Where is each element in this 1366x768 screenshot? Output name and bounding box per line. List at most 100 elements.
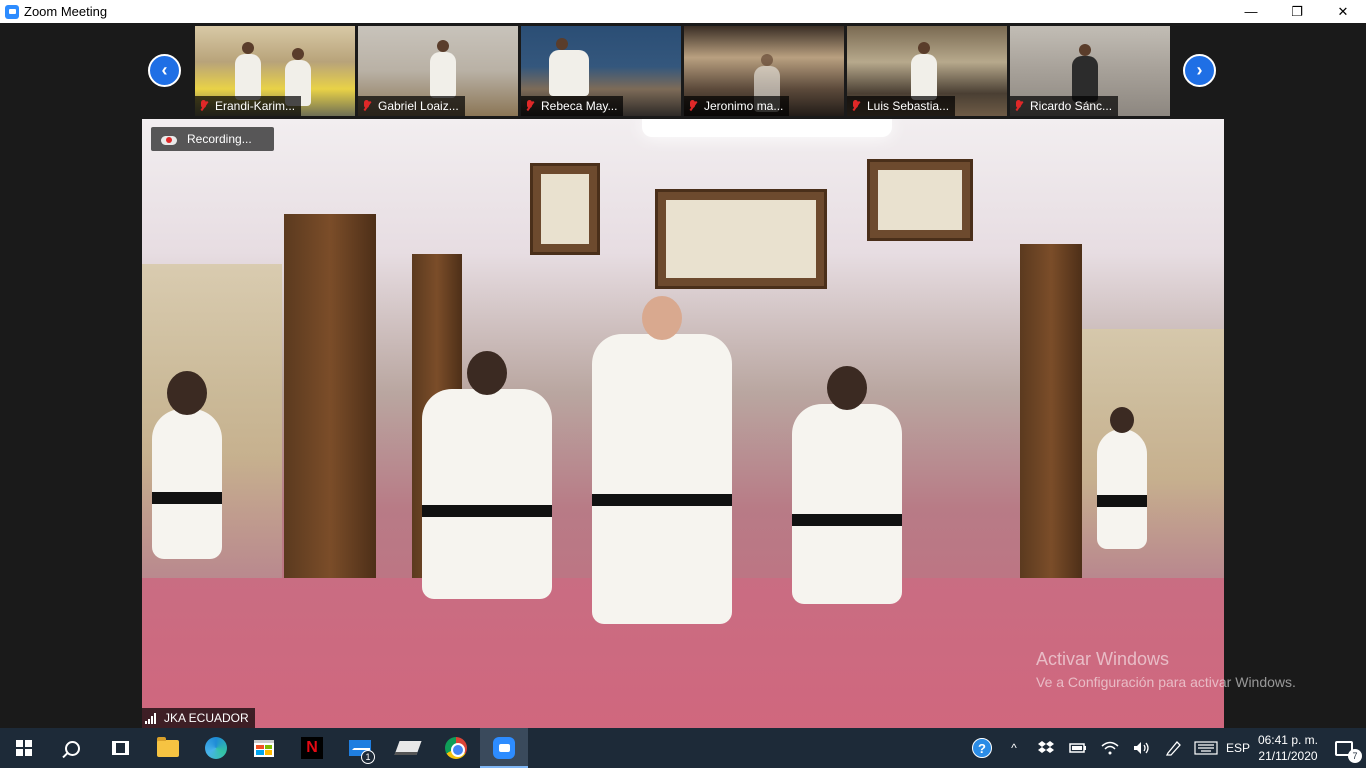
netflix-button[interactable]: N [288, 728, 336, 768]
search-icon [64, 740, 80, 756]
muted-mic-icon [1014, 100, 1024, 112]
participant-label: Gabriel Loaiz... [358, 96, 465, 116]
recording-label: Recording... [187, 132, 252, 146]
file-explorer-icon [157, 736, 179, 757]
chevron-up-icon: ^ [1011, 741, 1017, 755]
keyboard-icon [1194, 741, 1218, 755]
input-language-button[interactable]: ESP [1222, 728, 1254, 768]
participant-video [549, 38, 589, 96]
video-scene [642, 119, 892, 137]
book-icon [394, 741, 422, 755]
participant-tile[interactable]: Jeronimo ma... [684, 26, 844, 116]
recording-indicator[interactable]: Recording... [151, 127, 274, 151]
participant-name: Rebeca May... [541, 99, 618, 113]
speaker-name: JKA ECUADOR [164, 711, 249, 725]
store-icon [254, 739, 274, 757]
battery-button[interactable] [1062, 728, 1094, 768]
muted-mic-icon [851, 100, 861, 112]
next-page-button[interactable]: › [1183, 54, 1216, 87]
start-button[interactable] [0, 728, 48, 768]
dropbox-button[interactable] [1030, 728, 1062, 768]
pen-button[interactable] [1158, 728, 1190, 768]
video-scene [867, 159, 973, 241]
keyboard-button[interactable] [1190, 728, 1222, 768]
watermark-subtitle: Ve a Configuración para activar Windows. [1036, 674, 1296, 690]
window-controls: — ❐ ✕ [1228, 0, 1366, 23]
participant-label: Jeronimo ma... [684, 96, 790, 116]
close-button[interactable]: ✕ [1320, 0, 1366, 23]
video-scene [592, 296, 732, 624]
participant-video [235, 42, 261, 100]
participant-name: Luis Sebastia... [867, 99, 950, 113]
participant-name: Ricardo Sánc... [1030, 99, 1113, 113]
cloud-recording-icon [161, 134, 177, 145]
dropbox-icon [1037, 741, 1054, 753]
pen-icon [1165, 741, 1181, 756]
language-label: ESP [1225, 741, 1250, 755]
participant-label: Ricardo Sánc... [1010, 96, 1119, 116]
participant-label: Luis Sebastia... [847, 96, 956, 116]
notification-count: 7 [1348, 749, 1362, 763]
zoom-button[interactable] [480, 728, 528, 768]
netflix-icon: N [301, 737, 323, 759]
muted-mic-icon [525, 100, 535, 112]
muted-mic-icon [688, 100, 698, 112]
zoom-app-icon [5, 4, 19, 19]
reader-button[interactable] [384, 728, 432, 768]
task-view-icon [111, 741, 129, 755]
signal-strength-icon [145, 712, 159, 724]
restore-button[interactable]: ❐ [1274, 0, 1320, 23]
watermark-title: Activar Windows [1036, 649, 1170, 669]
mail-badge: 1 [361, 750, 375, 764]
wifi-icon [1101, 741, 1119, 755]
muted-mic-icon [362, 100, 372, 112]
minimize-button[interactable]: — [1228, 0, 1274, 23]
main-video[interactable] [142, 119, 1224, 728]
speaker-name-label: JKA ECUADOR [142, 708, 255, 728]
clock-button[interactable]: 06:41 p. m. 21/11/2020 [1254, 728, 1322, 768]
mail-button[interactable]: 1 [336, 728, 384, 768]
participant-video [911, 42, 937, 100]
windows-logo-icon [16, 740, 32, 756]
video-scene [152, 371, 222, 559]
volume-button[interactable] [1126, 728, 1158, 768]
participant-name: Erandi-Karim... [215, 99, 296, 113]
chrome-icon [445, 737, 467, 759]
network-button[interactable] [1094, 728, 1126, 768]
participant-video [430, 40, 456, 98]
edge-icon [205, 737, 227, 759]
edge-button[interactable] [192, 728, 240, 768]
action-center-button[interactable]: 7 [1322, 728, 1366, 768]
participant-strip: ‹ Erandi-Karim... Gabriel Loaiz... Rebec… [0, 23, 1366, 119]
participant-tile[interactable]: Luis Sebastia... [847, 26, 1007, 116]
video-scene [530, 163, 600, 255]
video-scene [422, 351, 552, 599]
participant-name: Gabriel Loaiz... [378, 99, 459, 113]
zoom-icon [493, 737, 515, 759]
chrome-button[interactable] [432, 728, 480, 768]
activation-watermark: Activar Windows Ve a Configuración para … [1036, 649, 1296, 690]
muted-mic-icon [199, 100, 209, 112]
file-explorer-button[interactable] [144, 728, 192, 768]
participant-tile[interactable]: Rebeca May... [521, 26, 681, 116]
participant-tile[interactable]: Ricardo Sánc... [1010, 26, 1170, 116]
system-tray: ? ^ ESP 06:41 p. m. 21/11/2020 7 [966, 728, 1366, 768]
task-view-button[interactable] [96, 728, 144, 768]
participant-tile[interactable]: Erandi-Karim... [195, 26, 355, 116]
clock-time: 06:41 p. m. [1257, 733, 1318, 747]
volume-icon [1133, 742, 1149, 754]
video-scene [792, 366, 902, 604]
previous-page-button[interactable]: ‹ [148, 54, 181, 87]
help-button[interactable]: ? [966, 728, 998, 768]
search-button[interactable] [48, 728, 96, 768]
store-button[interactable] [240, 728, 288, 768]
window-title: Zoom Meeting [24, 4, 108, 19]
video-scene [284, 214, 376, 634]
participant-label: Erandi-Karim... [195, 96, 302, 116]
participant-tile[interactable]: Gabriel Loaiz... [358, 26, 518, 116]
show-hidden-icons-button[interactable]: ^ [998, 728, 1030, 768]
chevron-left-icon: ‹ [161, 60, 168, 80]
meeting-area: ‹ Erandi-Karim... Gabriel Loaiz... Rebec… [0, 23, 1366, 728]
participant-label: Rebeca May... [521, 96, 624, 116]
title-bar: Zoom Meeting — ❐ ✕ [0, 0, 1366, 23]
